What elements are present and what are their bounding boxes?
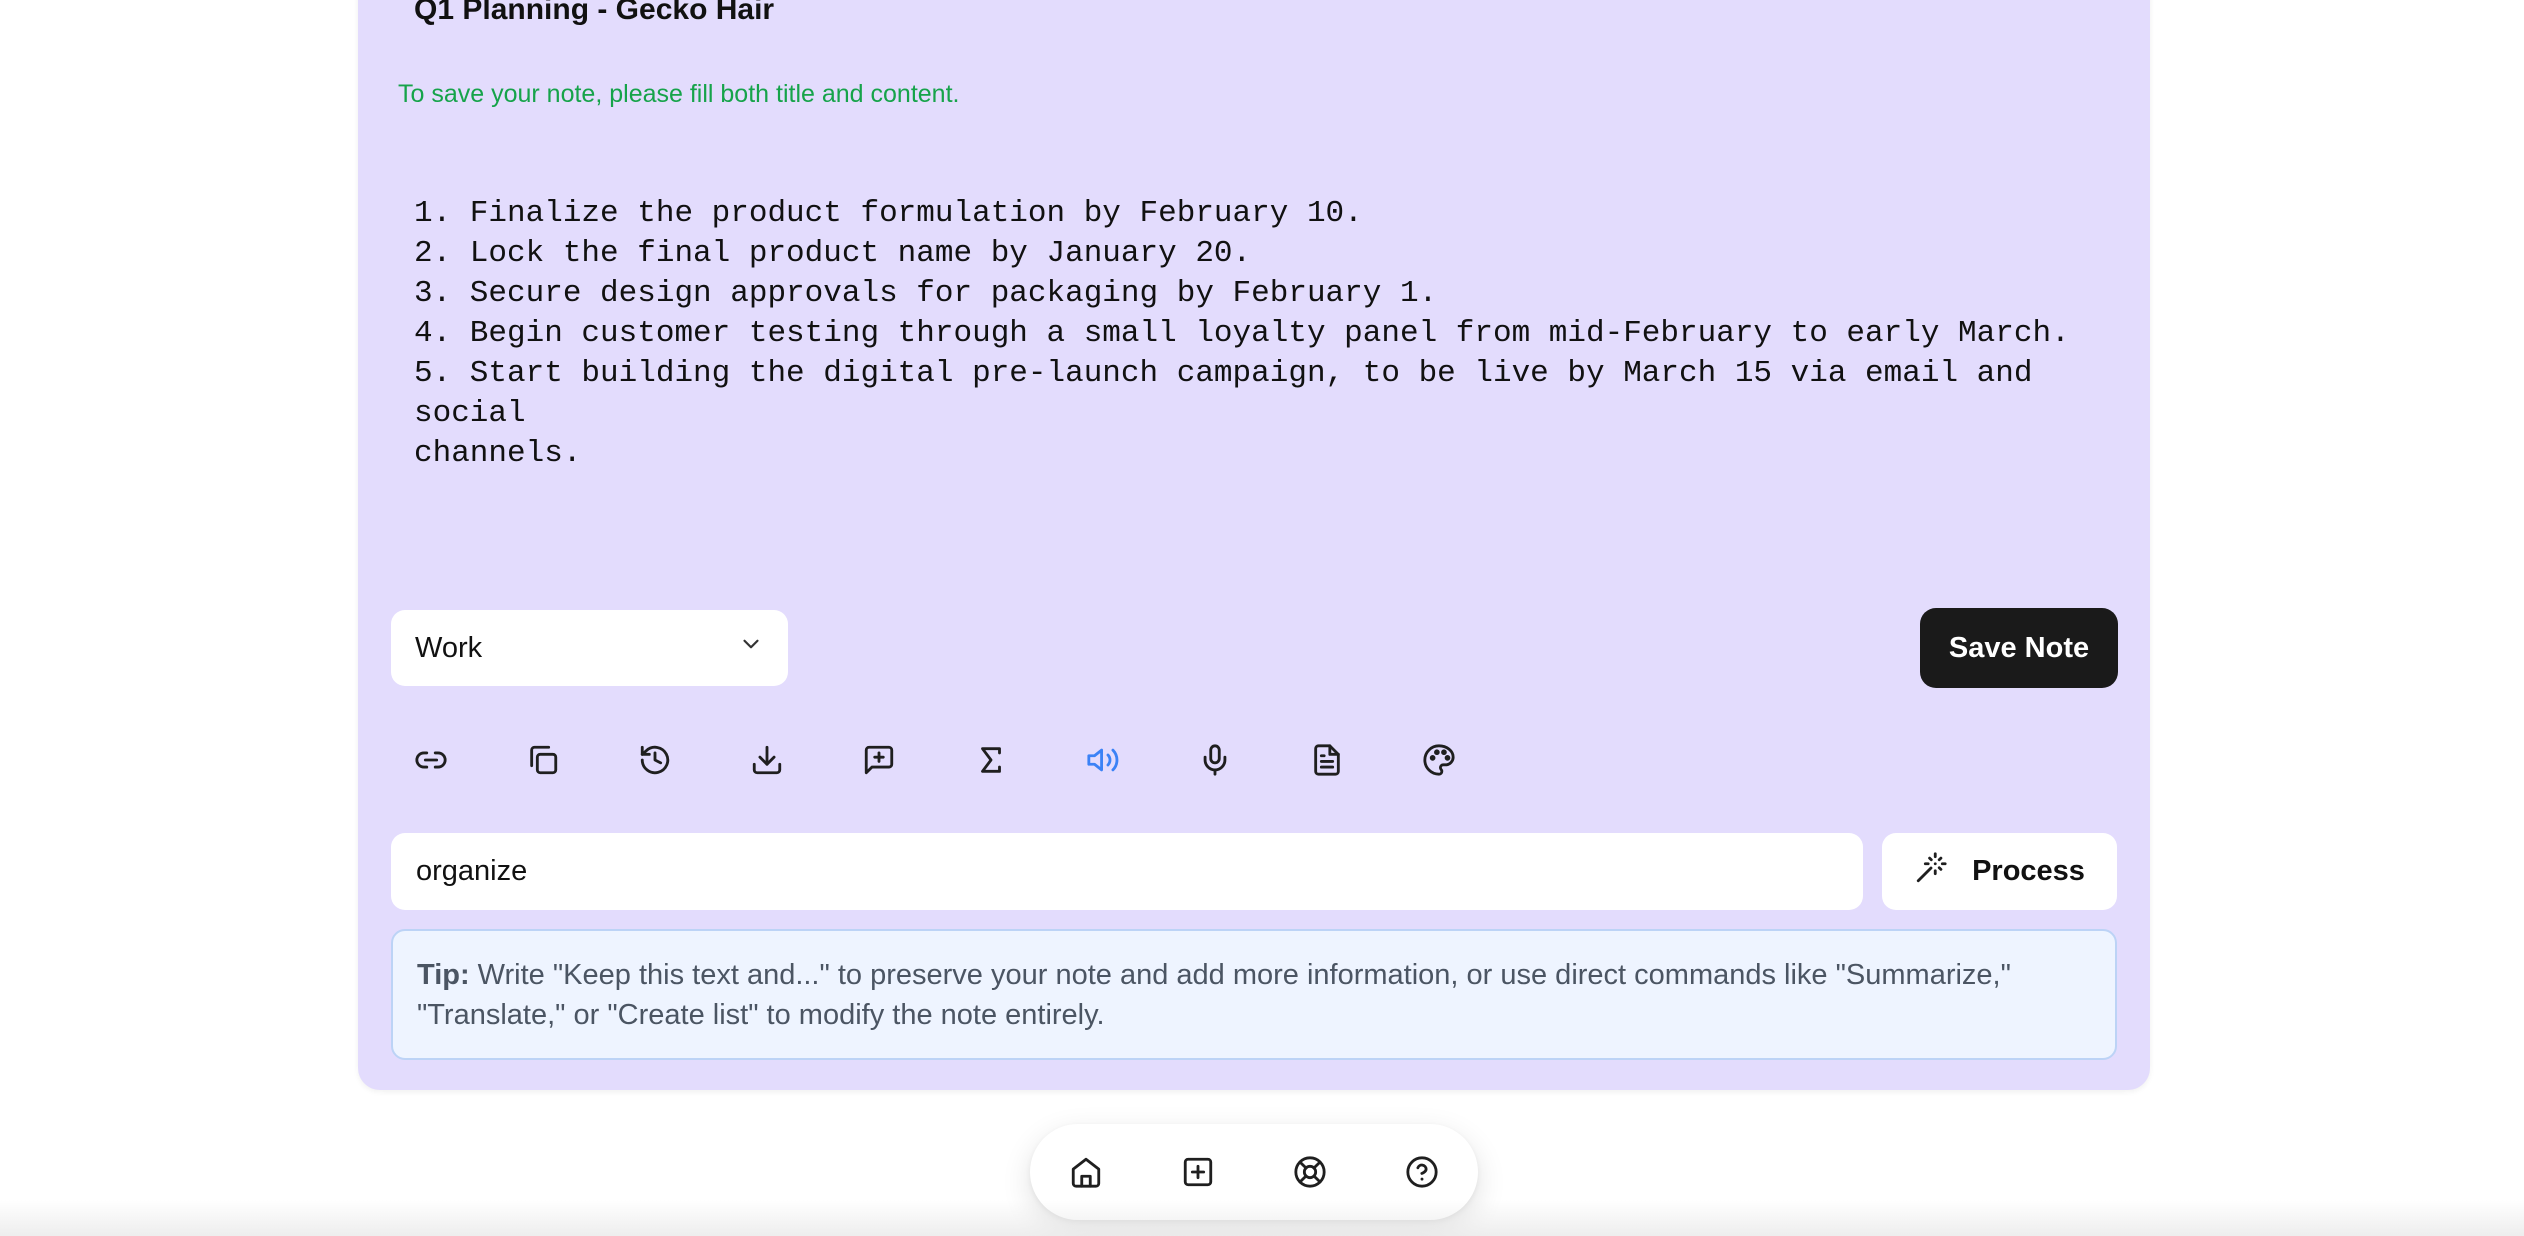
save-hint: To save your note, please fill both titl… (398, 80, 960, 108)
message-plus-icon[interactable] (855, 736, 903, 784)
copy-icon[interactable] (519, 736, 567, 784)
tip-box: Tip: Write "Keep this text and..." to pr… (391, 929, 2117, 1060)
home-icon[interactable] (1062, 1148, 1110, 1196)
link-icon[interactable] (407, 736, 455, 784)
microphone-icon[interactable] (1191, 736, 1239, 784)
note-content[interactable]: 1. Finalize the product formulation by F… (414, 194, 2114, 474)
command-input[interactable] (391, 833, 1863, 910)
note-title[interactable]: Q1 Planning - Gecko Hair (414, 0, 774, 26)
category-selected-value: Work (415, 631, 483, 664)
history-icon[interactable] (631, 736, 679, 784)
process-button[interactable]: Process (1882, 833, 2117, 910)
download-icon[interactable] (743, 736, 791, 784)
lifebuoy-icon[interactable] (1286, 1148, 1334, 1196)
add-note-icon[interactable] (1174, 1148, 1222, 1196)
note-toolbar (0, 736, 2524, 784)
tip-label: Tip: (417, 959, 470, 991)
speaker-icon[interactable] (1079, 736, 1127, 784)
sigma-icon[interactable] (967, 736, 1015, 784)
category-select[interactable]: Work (391, 610, 788, 686)
save-note-button[interactable]: Save Note (1920, 608, 2118, 688)
note-card (358, 0, 2150, 1090)
magic-wand-icon (1914, 851, 1948, 893)
help-icon[interactable] (1398, 1148, 1446, 1196)
page-bottom-shadow (0, 1200, 2524, 1236)
tip-text: Write "Keep this text and..." to preserv… (417, 959, 2011, 1031)
document-icon[interactable] (1303, 736, 1351, 784)
chevron-down-icon (738, 631, 764, 665)
palette-icon[interactable] (1415, 736, 1463, 784)
process-label: Process (1972, 855, 2085, 887)
